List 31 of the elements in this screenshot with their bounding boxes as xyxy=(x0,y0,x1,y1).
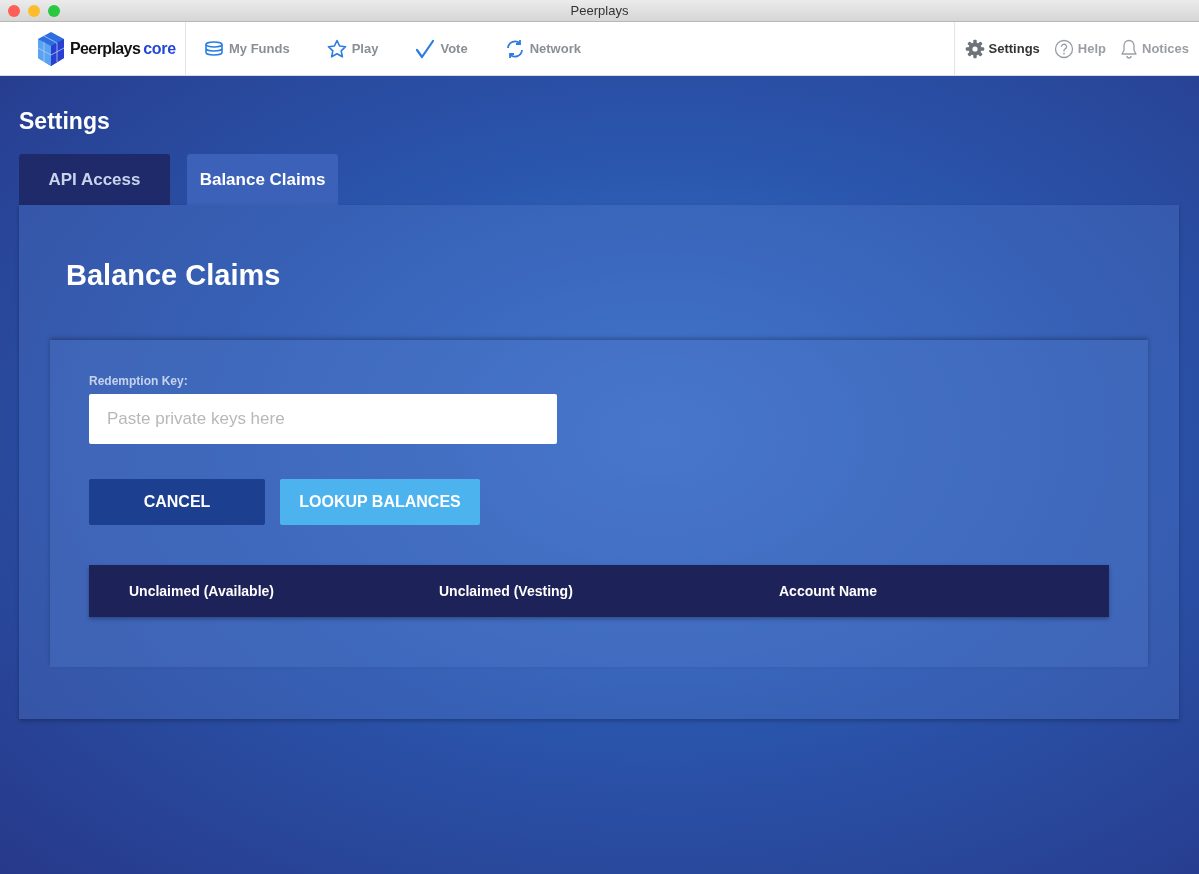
window-title: Peerplays xyxy=(570,3,629,18)
nav-link[interactable]: Notices xyxy=(1120,38,1189,59)
column-header: Unclaimed (Vesting) xyxy=(439,583,573,599)
bell-icon xyxy=(1120,38,1139,59)
tab[interactable]: Balance Claims xyxy=(187,154,338,205)
zoom-icon[interactable] xyxy=(48,5,60,17)
close-icon[interactable] xyxy=(8,5,20,17)
brand-name: Peerplays xyxy=(70,39,141,58)
tab[interactable]: API Access xyxy=(19,154,170,205)
help-icon xyxy=(1053,38,1074,59)
star-icon xyxy=(326,38,347,59)
minimize-icon[interactable] xyxy=(28,5,40,17)
column-header: Account Name xyxy=(779,583,878,599)
cancel-button[interactable]: CANCEL xyxy=(89,479,265,525)
panel-title: Balance Claims xyxy=(66,259,282,292)
brand-suffix: core xyxy=(143,39,176,58)
page-title: Settings xyxy=(19,108,111,136)
sync-icon xyxy=(504,38,525,59)
coins-icon xyxy=(204,40,224,57)
check-icon xyxy=(415,38,436,59)
nav-link[interactable]: Vote xyxy=(415,38,468,59)
nav-link[interactable]: My Funds xyxy=(204,40,290,57)
lookup-button[interactable]: LOOKUP BALANCES xyxy=(280,479,480,525)
nav-link[interactable]: Help xyxy=(1053,38,1107,59)
nav-link[interactable]: Settings xyxy=(964,38,1040,59)
field-label: Redemption Key: xyxy=(89,374,188,388)
nav-link[interactable]: Network xyxy=(504,38,581,59)
input-field[interactable]: Paste private keys here xyxy=(89,394,557,444)
nav-link[interactable]: Play xyxy=(326,38,379,59)
cube-logo-icon xyxy=(36,30,66,67)
column-header: Unclaimed (Available) xyxy=(129,583,274,599)
